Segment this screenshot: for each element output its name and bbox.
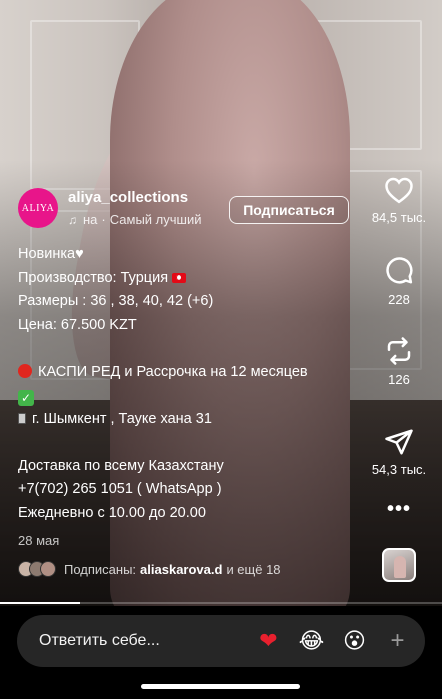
red-circle-icon	[18, 363, 32, 378]
likes-count: 84,5 тыс.	[371, 210, 427, 225]
heart-icon	[385, 177, 413, 204]
follower-avatar	[40, 561, 56, 577]
post-caption: Новинка♥ Производство: Турция Размеры : …	[18, 243, 358, 525]
caption-line: Ежедневно с 10.00 до 20.00	[18, 504, 206, 521]
music-row[interactable]: ♫ на · Самый лучший	[68, 212, 202, 227]
username[interactable]: aliya_collections	[68, 188, 202, 208]
followers-suffix: и ещё 18	[226, 561, 281, 577]
caption-line: +7(702) 265 1051 ( WhatsApp )	[18, 481, 222, 497]
reposts-count: 126	[388, 372, 410, 387]
caption-line: Новинка	[18, 246, 76, 262]
wow-reaction-button[interactable]: 😮	[333, 629, 376, 654]
home-indicator[interactable]	[141, 684, 300, 689]
video-progress-bar[interactable]	[0, 602, 442, 604]
caption-line: Цена: 67.500 KZT	[18, 316, 137, 333]
caption-line: Доставка по всему Казахстану	[18, 457, 224, 474]
caption-line: г. Шымкент , Тауке хана 31	[32, 410, 212, 427]
send-icon	[385, 429, 413, 455]
heart-reaction-button[interactable]: ❤	[247, 629, 290, 654]
music-title: Самый лучший	[109, 212, 202, 227]
comment-icon	[386, 257, 413, 284]
follower-name[interactable]: aliaskarova.d	[140, 562, 222, 577]
followers-prefix: Подписаны:	[64, 561, 137, 577]
turkey-flag-icon	[172, 272, 187, 283]
subscribe-button[interactable]: Подписаться	[229, 196, 349, 224]
followed-by-row[interactable]: Подписаны: aliaskarova.d и ещё 18	[18, 561, 281, 577]
comments-count: 228	[388, 292, 410, 307]
share-button[interactable]: 54,3 тыс.	[356, 428, 442, 477]
avatar[interactable]: ALIYA	[18, 188, 58, 228]
caption-line: Размеры : 36 , 38, 40, 42 (+6)	[18, 293, 214, 309]
comment-button[interactable]: 228	[356, 256, 442, 307]
more-options-button[interactable]: •••	[356, 498, 442, 521]
video-progress-fill	[0, 602, 80, 604]
repost-button[interactable]: 126	[356, 336, 442, 387]
check-mark-icon: ✓	[18, 390, 34, 406]
post-author[interactable]: ALIYA aliya_collections ♫ на · Самый луч…	[18, 188, 202, 228]
add-reaction-button[interactable]: +	[376, 627, 419, 655]
shares-count: 54,3 тыс.	[371, 462, 427, 477]
post-date: 28 мая	[18, 533, 60, 548]
repost-icon	[387, 337, 411, 365]
reply-bar: Ответить себе... ❤ 😂 😮 +	[17, 615, 425, 667]
caption-line: Производство: Турция	[18, 269, 169, 286]
caption-line: КАСПИ РЕД и Рассрочка на 12 месяцев	[38, 363, 308, 380]
like-button[interactable]: 84,5 тыс.	[356, 176, 442, 225]
music-note-icon: ♫	[68, 212, 77, 227]
phone-icon	[18, 412, 26, 424]
reply-input[interactable]: Ответить себе...	[39, 632, 247, 650]
laugh-reaction-button[interactable]: 😂	[290, 629, 333, 654]
separator-dot: ·	[101, 212, 106, 227]
audio-thumbnail[interactable]	[382, 548, 416, 582]
music-prefix: на	[83, 212, 98, 227]
white-heart-icon: ♥	[75, 246, 84, 262]
